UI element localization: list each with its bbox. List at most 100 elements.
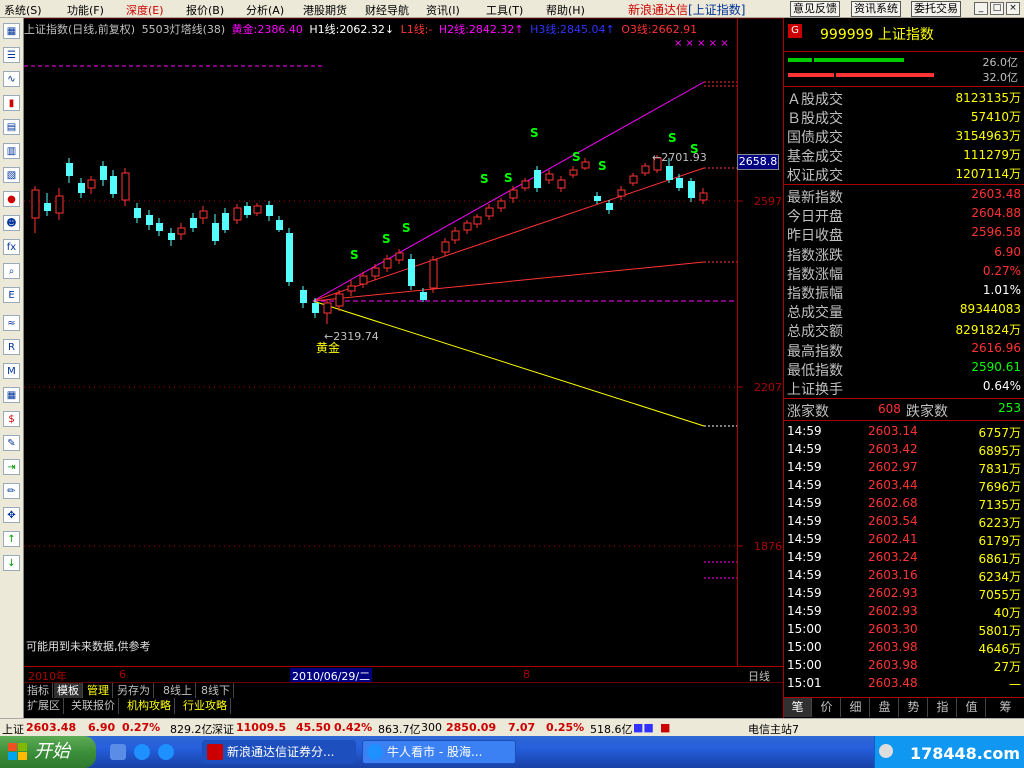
turnover-value: 57410万: [970, 110, 1021, 124]
stat-label: 最低指数: [787, 362, 843, 379]
menu-finance-nav[interactable]: 财经导航: [365, 2, 409, 18]
move-icon[interactable]: ✥: [3, 507, 20, 523]
arrow-down-icon[interactable]: ↓: [3, 555, 20, 571]
rtab-book[interactable]: 盘: [871, 698, 899, 717]
start-button[interactable]: 开始: [0, 736, 96, 768]
candle-body: [177, 227, 186, 235]
rtab-trades[interactable]: 笔: [784, 698, 812, 717]
candle-icon[interactable]: ▮: [3, 95, 20, 111]
candle-body: [676, 178, 683, 188]
extension-tab-row: 扩展区 关联报价 机构攻略 行业攻略: [24, 698, 783, 714]
candle-body: [121, 172, 130, 201]
zoom-icon[interactable]: ⌕: [3, 263, 20, 279]
table-icon[interactable]: ▦: [3, 387, 20, 403]
candle-body: [55, 195, 64, 214]
app-title: 新浪通达信[上证指数]: [628, 1, 745, 18]
sz-price: 11009.5: [236, 721, 287, 734]
tab-template[interactable]: 模板: [54, 683, 83, 699]
formula-icon[interactable]: fx: [3, 239, 20, 255]
list-icon[interactable]: ☰: [3, 47, 20, 63]
menu-analysis[interactable]: 分析(A): [246, 2, 284, 18]
ie-icon[interactable]: [134, 744, 150, 760]
tab-indicator[interactable]: 指标: [24, 683, 53, 699]
news-system-button[interactable]: 资讯系统: [851, 1, 901, 17]
candle-body: [300, 290, 307, 303]
tray-icon[interactable]: [879, 744, 893, 758]
wrench-icon[interactable]: ✎: [3, 435, 20, 451]
menu-depth[interactable]: 深度(E): [126, 2, 164, 18]
desktop-icon[interactable]: [110, 744, 126, 760]
wave-icon[interactable]: ≈: [3, 315, 20, 331]
trade-button[interactable]: 委托交易: [911, 1, 961, 17]
window-icon[interactable]: ▤: [3, 119, 20, 135]
turnover-value: 1207114万: [955, 167, 1021, 181]
pencil-icon[interactable]: ✏: [3, 483, 20, 499]
signal-icon: ■■: [633, 721, 654, 734]
gold-marker: 黄金: [316, 340, 340, 355]
people-icon[interactable]: ☻: [3, 215, 20, 231]
restore-icon[interactable]: □: [990, 2, 1004, 15]
menu-quote[interactable]: 报价(B): [186, 2, 224, 18]
task-browser[interactable]: 牛人看市 - 股海...: [362, 740, 516, 764]
rtab-index[interactable]: 指: [929, 698, 957, 717]
tab-related-quote[interactable]: 关联报价: [68, 698, 119, 714]
menu-help[interactable]: 帮助(H): [546, 2, 585, 18]
close-icon[interactable]: ×: [1006, 2, 1020, 15]
advance-label: 涨家数: [787, 404, 829, 420]
candle-body: [110, 176, 117, 194]
ie-icon-2[interactable]: [158, 744, 174, 760]
menu-function[interactable]: 功能(F): [67, 2, 104, 18]
stat-label: 最新指数: [787, 190, 843, 206]
tick-time: 14:59: [787, 604, 822, 618]
tab-8line-down[interactable]: 8线下: [198, 683, 234, 699]
menu-tools[interactable]: 工具(T): [486, 2, 523, 18]
tab-institution[interactable]: 机构攻略: [124, 698, 175, 714]
stat-label: 今日开盘: [787, 209, 843, 226]
server-name[interactable]: 电信主站7: [748, 721, 799, 737]
feedback-button[interactable]: 意见反馈: [790, 1, 840, 17]
kline-chart[interactable]: 2597 2207 1876 × × × × × SSSSSSSSSS ←231…: [24, 18, 783, 685]
tab-save-as[interactable]: 另存为: [114, 683, 154, 699]
tab-industry[interactable]: 行业攻略: [180, 698, 231, 714]
menu-system[interactable]: 系统(S): [4, 2, 42, 18]
rsi-icon[interactable]: R: [3, 339, 20, 355]
stat-row: 指数涨幅 0.27%: [784, 263, 1024, 283]
exit-icon[interactable]: ⇥: [3, 459, 20, 475]
coin-icon[interactable]: ●: [3, 191, 20, 207]
x-axis: 2010年 6 2010/06/29/二 8 日线: [24, 666, 783, 684]
menu-news[interactable]: 资讯(I): [426, 2, 460, 18]
low-value: 2319.74: [333, 330, 379, 343]
tick-row: 14:59 2602.97 7831万: [784, 458, 1024, 476]
candle-body: [395, 252, 404, 261]
tab-manage[interactable]: 管理: [84, 683, 113, 699]
tick-time: 14:59: [787, 442, 822, 456]
report-icon[interactable]: ▥: [3, 143, 20, 159]
tab-8line-up[interactable]: 8线上: [160, 683, 196, 699]
rtab-value[interactable]: 值: [958, 698, 986, 717]
rtab-price[interactable]: 价: [813, 698, 841, 717]
sheet-icon[interactable]: ▧: [3, 167, 20, 183]
tick-time: 14:59: [787, 496, 822, 510]
grid-icon[interactable]: ▦: [3, 23, 20, 39]
etf-icon[interactable]: E: [3, 287, 20, 303]
candle-body: [594, 196, 601, 201]
menu-hk-futures[interactable]: 港股期货: [303, 2, 347, 18]
task-tdx[interactable]: 新浪通达信证券分...: [202, 740, 356, 764]
dollar-icon[interactable]: $: [3, 411, 20, 427]
h2-value: H2线:2842.32↑: [438, 23, 524, 36]
rtab-detail[interactable]: 细: [842, 698, 870, 717]
xaxis-month-6: 6: [119, 668, 126, 681]
s-signal: S: [504, 171, 513, 185]
line-chart-icon[interactable]: ∿: [3, 71, 20, 87]
arrow-up-icon[interactable]: ↑: [3, 531, 20, 547]
rtab-chips[interactable]: 筹: [987, 698, 1024, 717]
current-price-box: 2658.8: [737, 154, 779, 170]
candle-body: [244, 206, 251, 215]
minimize-icon[interactable]: _: [974, 2, 988, 15]
tab-extension[interactable]: 扩展区: [24, 698, 64, 714]
stat-row: 总成交额 8291824万: [784, 320, 1024, 340]
stat-label: 指数涨跌: [787, 247, 843, 264]
candle-body: [347, 285, 356, 292]
macd-icon[interactable]: M: [3, 363, 20, 379]
rtab-trend[interactable]: 势: [900, 698, 928, 717]
